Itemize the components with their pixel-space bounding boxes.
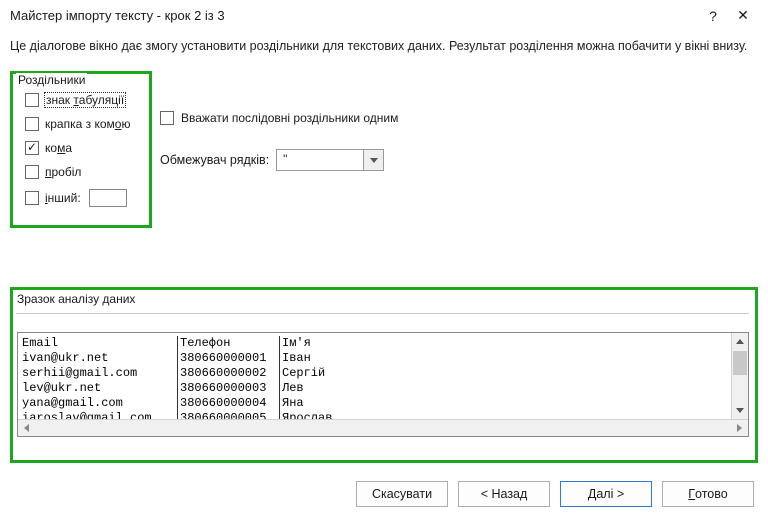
delimiter-comma-row[interactable]: кома	[25, 141, 143, 155]
scroll-right-button[interactable]	[731, 420, 748, 436]
data-preview-box: Email ivan@ukr.net serhii@gmail.com lev@…	[17, 332, 749, 437]
chevron-down-icon	[370, 158, 378, 163]
text-qualifier-dropdown-button[interactable]	[363, 150, 383, 170]
text-qualifier-value: "	[277, 150, 363, 170]
next-button[interactable]: Далі >	[560, 481, 652, 507]
delimiter-space-label: пробіл	[45, 165, 81, 179]
delimiter-space-row[interactable]: пробіл	[25, 165, 143, 179]
delimiter-other-label: інший:	[45, 191, 81, 205]
back-button[interactable]: < Назад	[458, 481, 550, 507]
preview-column: Телефон 380660000001 380660000002 380660…	[180, 336, 280, 419]
delimiter-other-row[interactable]: інший:	[25, 189, 143, 207]
scroll-left-button[interactable]	[18, 420, 35, 436]
text-qualifier-label: Обмежувач рядків:	[160, 153, 269, 167]
delimiter-semicolon-checkbox[interactable]	[25, 117, 39, 131]
text-qualifier-combo[interactable]: "	[276, 149, 384, 171]
data-preview-label: Зразок аналізу даних	[17, 292, 135, 306]
dialog-buttons: Скасувати < Назад Далі > Готово	[0, 481, 768, 507]
data-preview-group: Зразок аналізу даних Email ivan@ukr.net …	[10, 287, 758, 463]
vertical-scrollbar[interactable]	[731, 333, 748, 419]
title-bar: Майстер імпорту тексту - крок 2 із 3 ? ✕	[0, 0, 768, 31]
consecutive-delimiters-row[interactable]: Вважати послідовні роздільники одним	[160, 111, 752, 125]
cancel-button[interactable]: Скасувати	[356, 481, 448, 507]
delimiter-comma-label: кома	[45, 141, 72, 155]
scroll-thumb[interactable]	[733, 351, 747, 375]
delimiter-tab-row[interactable]: знак табуляції	[25, 93, 143, 107]
consecutive-delimiters-label: Вважати послідовні роздільники одним	[181, 111, 398, 125]
delimiter-other-checkbox[interactable]	[25, 191, 39, 205]
scroll-up-button[interactable]	[732, 333, 748, 350]
delimiter-space-checkbox[interactable]	[25, 165, 39, 179]
finish-button[interactable]: Готово	[662, 481, 754, 507]
delimiter-semicolon-label: крапка з комою	[45, 117, 130, 131]
dialog-description: Це діалогове вікно дає змогу установити …	[0, 31, 768, 67]
delimiter-tab-checkbox[interactable]	[25, 93, 39, 107]
delimiter-semicolon-row[interactable]: крапка з комою	[25, 117, 143, 131]
help-button[interactable]: ?	[698, 8, 728, 24]
preview-column: Email ivan@ukr.net serhii@gmail.com lev@…	[22, 336, 178, 419]
preview-column: Ім'я Іван Сергій Лев Яна Ярослав	[282, 336, 729, 419]
scroll-down-button[interactable]	[732, 402, 748, 419]
consecutive-delimiters-checkbox[interactable]	[160, 111, 174, 125]
horizontal-scrollbar[interactable]	[18, 419, 748, 436]
delimiter-other-input[interactable]	[89, 189, 127, 207]
delimiter-tab-label: знак табуляції	[45, 93, 125, 107]
window-title: Майстер імпорту тексту - крок 2 із 3	[10, 8, 698, 23]
close-button[interactable]: ✕	[728, 7, 758, 24]
delimiter-comma-checkbox[interactable]	[25, 141, 39, 155]
delimiters-group: Роздільники знак табуляції крапка з комо…	[10, 71, 152, 228]
data-preview-content: Email ivan@ukr.net serhii@gmail.com lev@…	[18, 333, 731, 419]
